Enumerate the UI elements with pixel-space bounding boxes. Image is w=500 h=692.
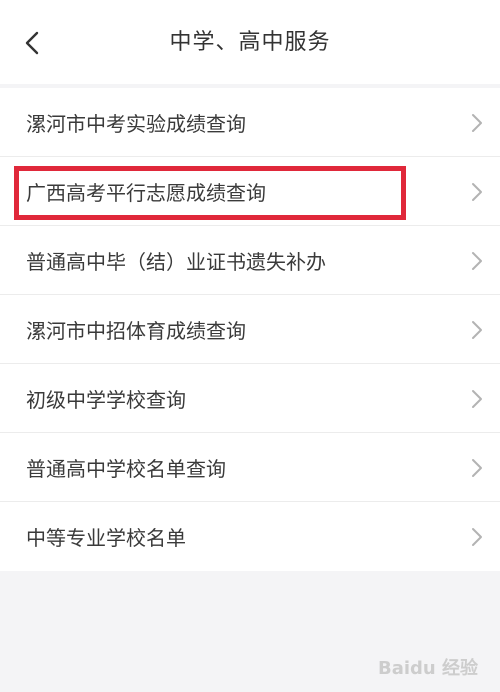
list-item[interactable]: 普通高中学校名单查询 xyxy=(0,433,500,502)
list-item-label: 普通高中学校名单查询 xyxy=(26,457,226,481)
list-item-label: 漯河市中招体育成绩查询 xyxy=(26,319,246,343)
chevron-right-icon xyxy=(472,114,482,132)
chevron-right-icon xyxy=(472,252,482,270)
chevron-right-icon xyxy=(472,183,482,201)
list-item[interactable]: 漯河市中招体育成绩查询 xyxy=(0,295,500,364)
list-item-label: 中等专业学校名单 xyxy=(26,526,186,550)
list-item[interactable]: 初级中学学校查询 xyxy=(0,364,500,433)
service-list: 漯河市中考实验成绩查询 广西高考平行志愿成绩查询 普通高中毕（结）业证书遗失补办… xyxy=(0,88,500,571)
page-title: 中学、高中服务 xyxy=(169,30,331,55)
list-item-label: 普通高中毕（结）业证书遗失补办 xyxy=(26,250,326,274)
list-item[interactable]: 漯河市中考实验成绩查询 xyxy=(0,88,500,157)
header-bar: 中学、高中服务 xyxy=(0,0,500,84)
chevron-right-icon xyxy=(472,459,482,477)
watermark: Baidu 经验 xyxy=(377,658,478,679)
list-item[interactable]: 中等专业学校名单 xyxy=(0,502,500,571)
chevron-right-icon xyxy=(472,528,482,546)
list-item[interactable]: 普通高中毕（结）业证书遗失补办 xyxy=(0,226,500,295)
list-item-label: 初级中学学校查询 xyxy=(26,388,186,412)
chevron-right-icon xyxy=(472,321,482,339)
list-item-label: 漯河市中考实验成绩查询 xyxy=(26,112,246,136)
highlight-box xyxy=(14,166,406,220)
chevron-right-icon xyxy=(472,390,482,408)
